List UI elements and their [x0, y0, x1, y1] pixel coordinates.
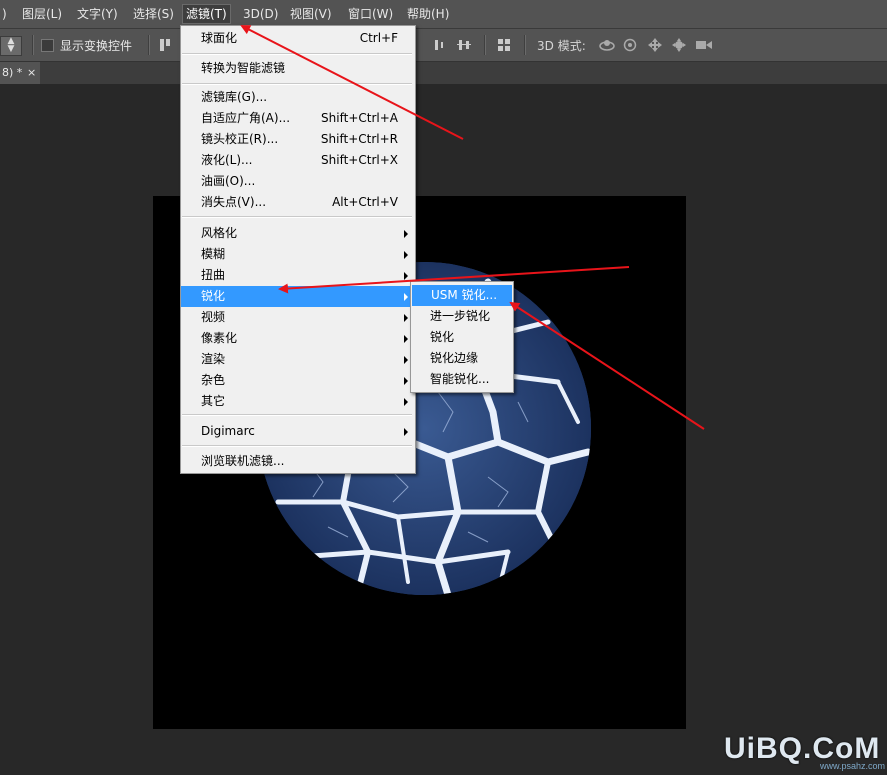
- menu-window[interactable]: 窗口(W): [348, 5, 393, 23]
- slide-3d-icon[interactable]: [672, 38, 686, 52]
- scale-3d-icon[interactable]: [695, 38, 713, 52]
- menu-divider: [182, 53, 412, 55]
- submenu-item-unsharp-mask[interactable]: USM 锐化...: [412, 285, 512, 306]
- menu-divider: [182, 216, 412, 218]
- submenu-arrow-icon: [404, 398, 408, 406]
- menu-type[interactable]: 文字(Y): [77, 5, 118, 23]
- menu-divider: [182, 414, 412, 416]
- submenu-arrow-icon: [404, 428, 408, 436]
- menu-bar: ) 图层(L) 文字(Y) 选择(S) 滤镜(T) 3D(D) 视图(V) 窗口…: [0, 0, 887, 29]
- menu-filter[interactable]: 滤镜(T): [182, 4, 231, 24]
- submenu-arrow-icon: [404, 251, 408, 259]
- submenu-arrow-icon: [404, 272, 408, 280]
- close-icon[interactable]: ×: [27, 62, 36, 84]
- menu-item-lens-correction[interactable]: 镜头校正(R)... Shift+Ctrl+R: [181, 129, 415, 150]
- submenu-arrow-icon: [404, 293, 408, 301]
- submenu-arrow-icon: [404, 230, 408, 238]
- distribute-center-icon[interactable]: [457, 38, 471, 52]
- menu-item-adaptive-wide-angle[interactable]: 自适应广角(A)... Shift+Ctrl+A: [181, 108, 415, 129]
- menu-item-noise[interactable]: 杂色: [181, 370, 415, 391]
- submenu-arrow-icon: [404, 314, 408, 322]
- menu-item-blur[interactable]: 模糊: [181, 244, 415, 265]
- align-top-icon[interactable]: [158, 38, 172, 52]
- menu-item-vanishing-point[interactable]: 消失点(V)... Alt+Ctrl+V: [181, 192, 415, 213]
- show-transform-label: 显示变换控件: [60, 39, 133, 53]
- divider: [484, 35, 486, 55]
- 3d-mode-label: 3D 模式:: [537, 39, 586, 53]
- pan-3d-icon[interactable]: [648, 38, 662, 52]
- watermark-url: www.psahz.com: [820, 761, 886, 771]
- sharpen-submenu: USM 锐化... 进一步锐化 锐化 锐化边缘 智能锐化...: [410, 281, 514, 393]
- filter-menu: 球面化 Ctrl+F 转换为智能滤镜 滤镜库(G)... 自适应广角(A)... S…: [180, 25, 416, 474]
- menu-item-pixelate[interactable]: 像素化: [181, 328, 415, 349]
- menu-select[interactable]: 选择(S): [133, 5, 174, 23]
- rotate-3d-icon[interactable]: [598, 38, 616, 52]
- document-tab-title: 8) *: [2, 66, 23, 79]
- submenu-arrow-icon: [404, 335, 408, 343]
- document-tab-bar: 8) * ×: [0, 62, 887, 84]
- menu-item-filter-gallery[interactable]: 滤镜库(G)...: [181, 87, 415, 108]
- submenu-item-sharpen-edges[interactable]: 锐化边缘: [411, 348, 513, 369]
- preset-stepper[interactable]: ▲ ▼: [0, 36, 22, 56]
- divider: [524, 35, 526, 55]
- document-tab[interactable]: 8) * ×: [0, 62, 40, 84]
- menu-item-spherize[interactable]: 球面化 Ctrl+F: [181, 28, 415, 49]
- submenu-arrow-icon: [404, 377, 408, 385]
- menu-item-liquify[interactable]: 液化(L)... Shift+Ctrl+X: [181, 150, 415, 171]
- submenu-item-smart-sharpen[interactable]: 智能锐化...: [411, 369, 513, 390]
- roll-3d-icon[interactable]: [623, 38, 637, 52]
- menu-divider: [182, 83, 412, 85]
- menu-divider: [182, 445, 412, 447]
- menu-layer[interactable]: 图层(L): [22, 5, 62, 23]
- distribute-horizontal-icon[interactable]: [434, 38, 448, 52]
- menu-item-oil-paint[interactable]: 油画(O)...: [181, 171, 415, 192]
- submenu-item-sharpen[interactable]: 锐化: [411, 327, 513, 348]
- menu-previous[interactable]: ): [2, 5, 7, 23]
- menu-3d[interactable]: 3D(D): [243, 5, 278, 23]
- options-bar: ▲ ▼ 显示变换控件 3D 模式:: [0, 29, 887, 62]
- menu-help[interactable]: 帮助(H): [407, 5, 449, 23]
- auto-align-icon[interactable]: [497, 38, 511, 52]
- submenu-item-sharpen-more[interactable]: 进一步锐化: [411, 306, 513, 327]
- menu-item-other[interactable]: 其它: [181, 391, 415, 412]
- show-transform-checkbox[interactable]: [41, 39, 54, 52]
- menu-item-digimarc[interactable]: Digimarc: [181, 421, 415, 442]
- menu-item-browse-filters-online[interactable]: 浏览联机滤镜...: [181, 451, 415, 472]
- menu-item-stylize[interactable]: 风格化: [181, 223, 415, 244]
- menu-view[interactable]: 视图(V): [290, 5, 332, 23]
- submenu-arrow-icon: [404, 356, 408, 364]
- menu-item-convert-smart-filter[interactable]: 转换为智能滤镜: [181, 58, 415, 79]
- divider: [148, 35, 150, 55]
- menu-item-sharpen[interactable]: 锐化: [181, 286, 415, 307]
- menu-item-distort[interactable]: 扭曲: [181, 265, 415, 286]
- menu-item-render[interactable]: 渲染: [181, 349, 415, 370]
- divider: [32, 35, 34, 55]
- menu-item-video[interactable]: 视频: [181, 307, 415, 328]
